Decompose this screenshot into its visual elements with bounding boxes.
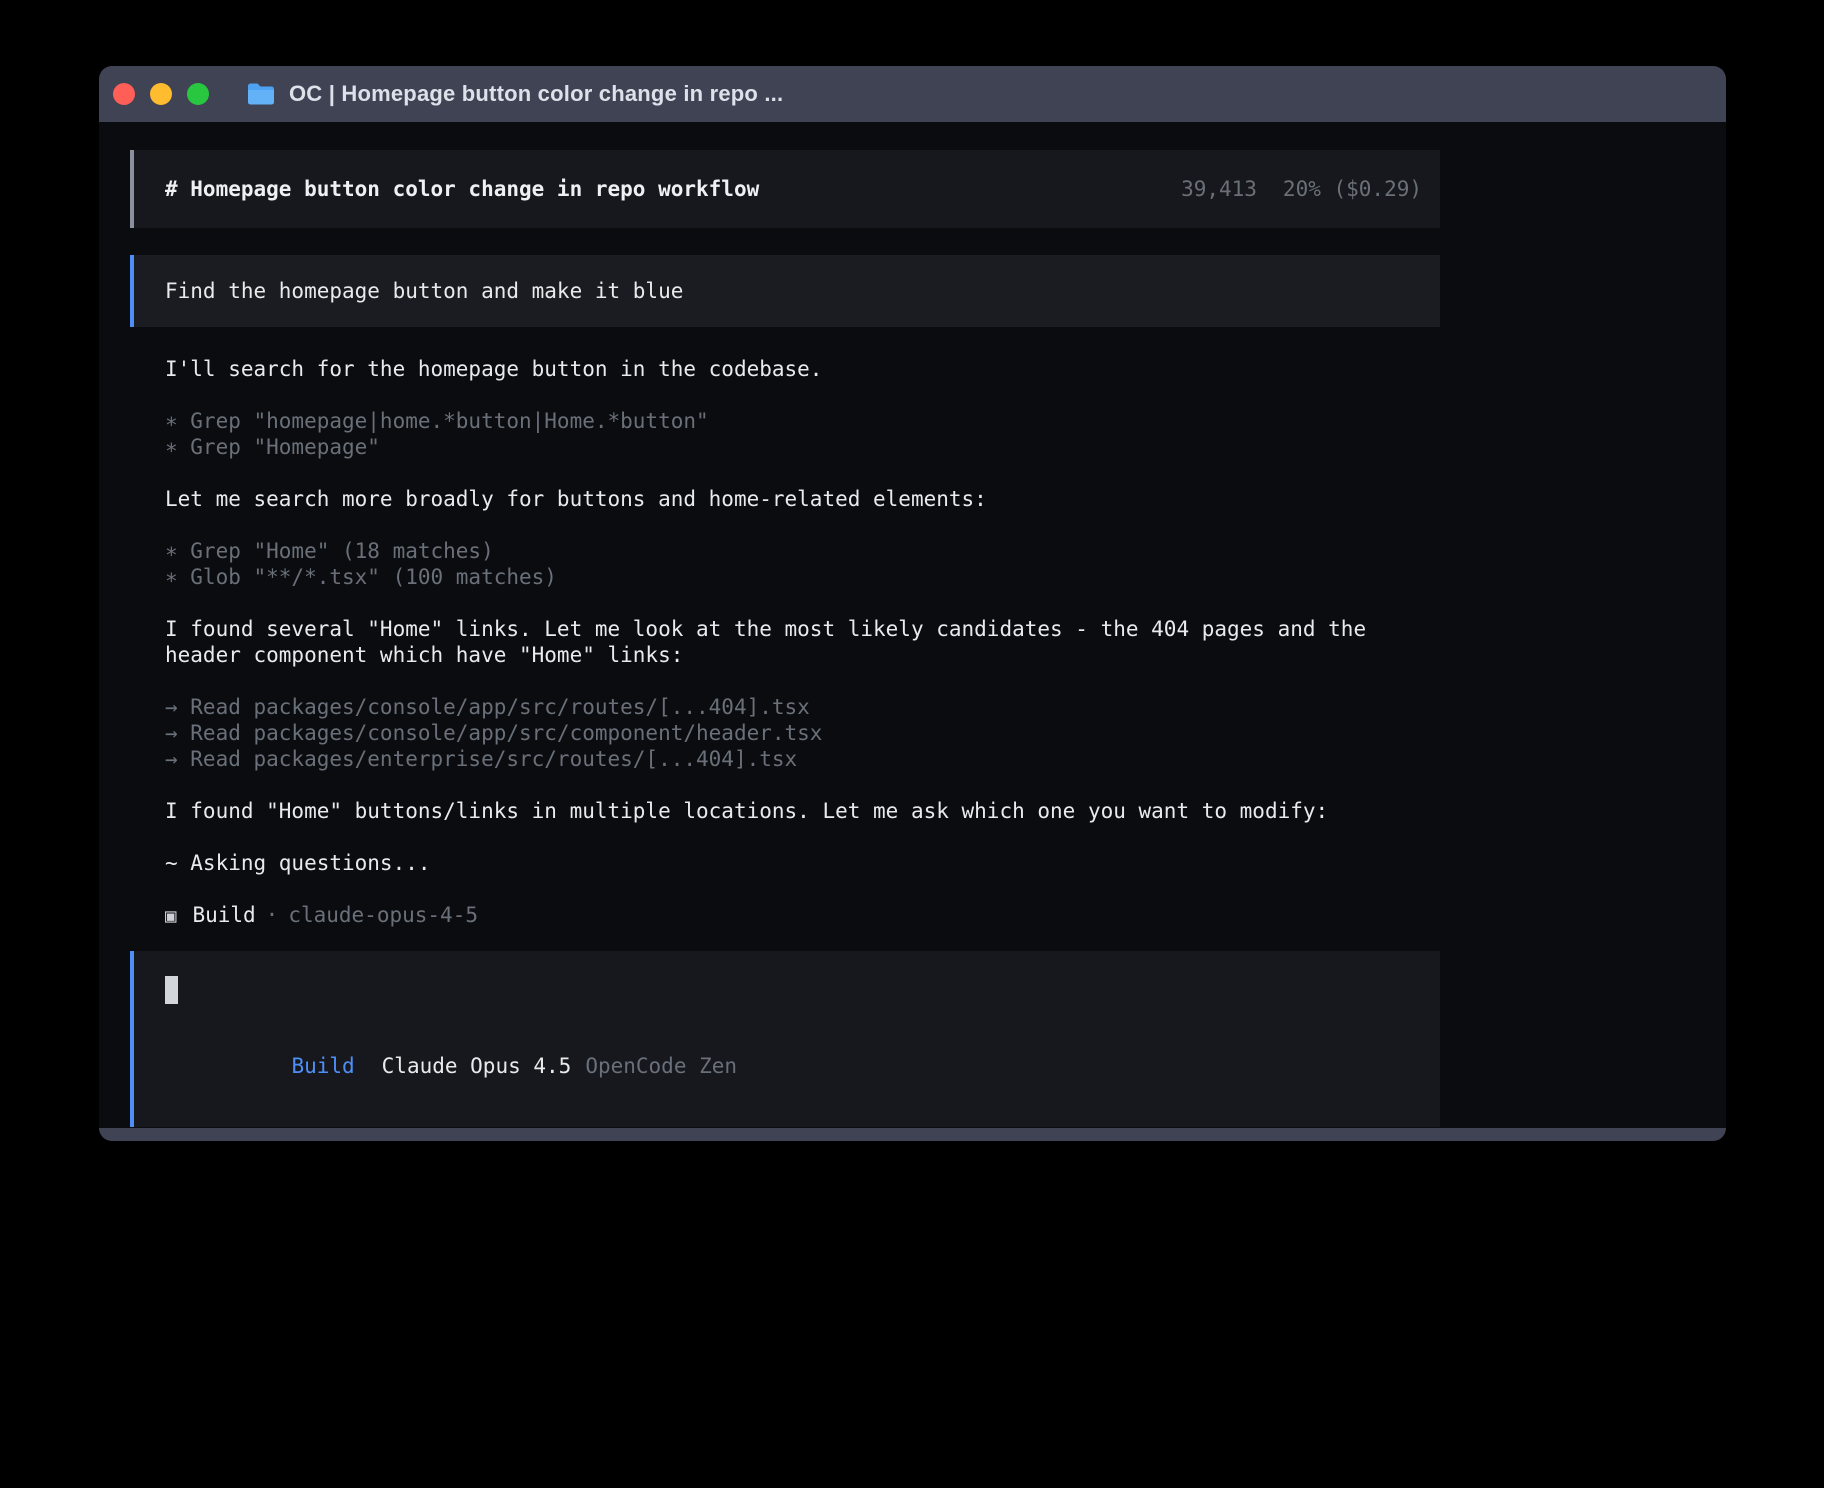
prompt-input[interactable]: Build Claude Opus 4.5 OpenCode Zen xyxy=(130,951,1440,1127)
close-button[interactable] xyxy=(113,83,135,105)
tool-call-glob: ∗ Glob "**/*.tsx" (100 matches) xyxy=(165,564,1440,590)
user-message: Find the homepage button and make it blu… xyxy=(130,255,1440,327)
agent-name: Build xyxy=(192,902,255,928)
context-usage: 20% ($0.29) xyxy=(1283,176,1422,202)
tool-call-grep: ∗ Grep "homepage|home.*button|Home.*butt… xyxy=(165,408,1440,434)
tool-call-grep: ∗ Grep "Home" (18 matches) xyxy=(165,538,1440,564)
zoom-button[interactable] xyxy=(187,83,209,105)
assistant-text: I found "Home" buttons/links in multiple… xyxy=(165,798,1440,824)
tool-call-group: → Read packages/console/app/src/routes/[… xyxy=(165,694,1440,772)
text-cursor xyxy=(165,976,178,1004)
conversation: I'll search for the homepage button in t… xyxy=(130,327,1440,929)
assistant-text: I found several "Home" links. Let me loo… xyxy=(165,616,1440,668)
terminal-window: OC | Homepage button color change in rep… xyxy=(99,66,1726,1141)
agent-icon: ▣ xyxy=(165,903,176,929)
terminal-body: # Homepage button color change in repo w… xyxy=(99,122,1726,1128)
assistant-text: Let me search more broadly for buttons a… xyxy=(165,486,1440,512)
tool-call-grep: ∗ Grep "Homepage" xyxy=(165,434,1440,460)
provider-label: OpenCode Zen xyxy=(585,1054,737,1078)
model-label: Claude Opus 4.5 xyxy=(382,1054,572,1078)
session-title: # Homepage button color change in repo w… xyxy=(165,176,759,202)
user-message-text: Find the homepage button and make it blu… xyxy=(165,278,683,304)
session-header: # Homepage button color change in repo w… xyxy=(130,150,1440,228)
working-indicator: ~ Asking questions... xyxy=(165,850,1440,876)
agent-separator: · xyxy=(266,902,279,928)
window-title: OC | Homepage button color change in rep… xyxy=(289,81,783,107)
folder-icon xyxy=(246,82,276,106)
title-bar: OC | Homepage button color change in rep… xyxy=(99,66,1726,122)
tool-call-read: → Read packages/enterprise/src/routes/[.… xyxy=(165,746,1440,772)
mode-badge[interactable]: Build xyxy=(291,1054,354,1078)
tool-call-group: ∗ Grep "homepage|home.*button|Home.*butt… xyxy=(165,408,1440,460)
tool-call-read: → Read packages/console/app/src/routes/[… xyxy=(165,694,1440,720)
agent-model: claude-opus-4-5 xyxy=(288,902,478,928)
minimize-button[interactable] xyxy=(150,83,172,105)
assistant-text: I'll search for the homepage button in t… xyxy=(165,356,1440,382)
tool-call-group: ∗ Grep "Home" (18 matches) ∗ Glob "**/*.… xyxy=(165,538,1440,590)
tool-call-read: → Read packages/console/app/src/componen… xyxy=(165,720,1440,746)
token-count: 39,413 xyxy=(1181,176,1257,202)
agent-attribution: ▣ Build · claude-opus-4-5 xyxy=(165,902,1440,929)
